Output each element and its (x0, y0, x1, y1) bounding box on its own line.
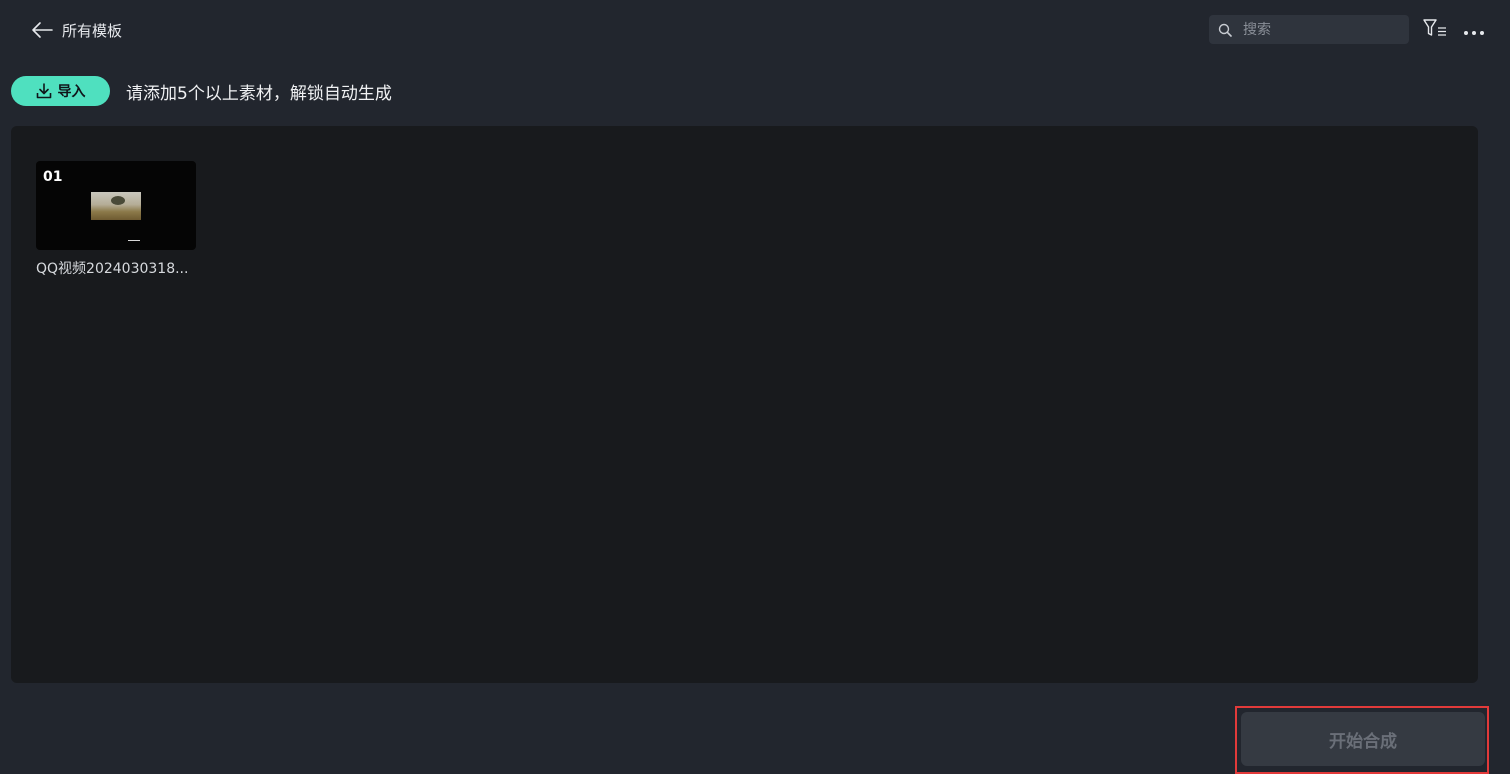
download-icon (36, 83, 52, 99)
material-index: 01 (43, 169, 63, 185)
start-compose-button[interactable]: 开始合成 (1241, 712, 1485, 766)
back-label: 所有模板 (62, 21, 123, 40)
materials-panel: 01 QQ视频2024030318... (11, 126, 1478, 683)
search-input[interactable] (1241, 20, 1401, 39)
video-preview-image (91, 192, 141, 220)
material-item[interactable]: 01 QQ视频2024030318... (36, 161, 196, 278)
more-horizontal-icon (1463, 21, 1485, 40)
material-name: QQ视频2024030318... (36, 261, 189, 277)
import-row: 导入 请添加5个以上素材，解锁自动生成 (11, 76, 392, 106)
back-button[interactable]: 所有模板 (30, 16, 122, 44)
import-hint: 请添加5个以上素材，解锁自动生成 (126, 83, 392, 104)
top-bar: 所有模板 (0, 0, 1510, 60)
arrow-left-icon (30, 18, 54, 42)
subtitle-mark (128, 240, 140, 244)
search-icon (1217, 22, 1233, 38)
more-button[interactable] (1461, 18, 1487, 42)
filter-list-icon (1423, 18, 1447, 42)
import-button[interactable]: 导入 (11, 76, 110, 106)
filter-button[interactable] (1422, 18, 1448, 42)
material-thumbnail: 01 (36, 161, 196, 250)
import-label: 导入 (57, 84, 86, 100)
search-box[interactable] (1209, 15, 1409, 44)
